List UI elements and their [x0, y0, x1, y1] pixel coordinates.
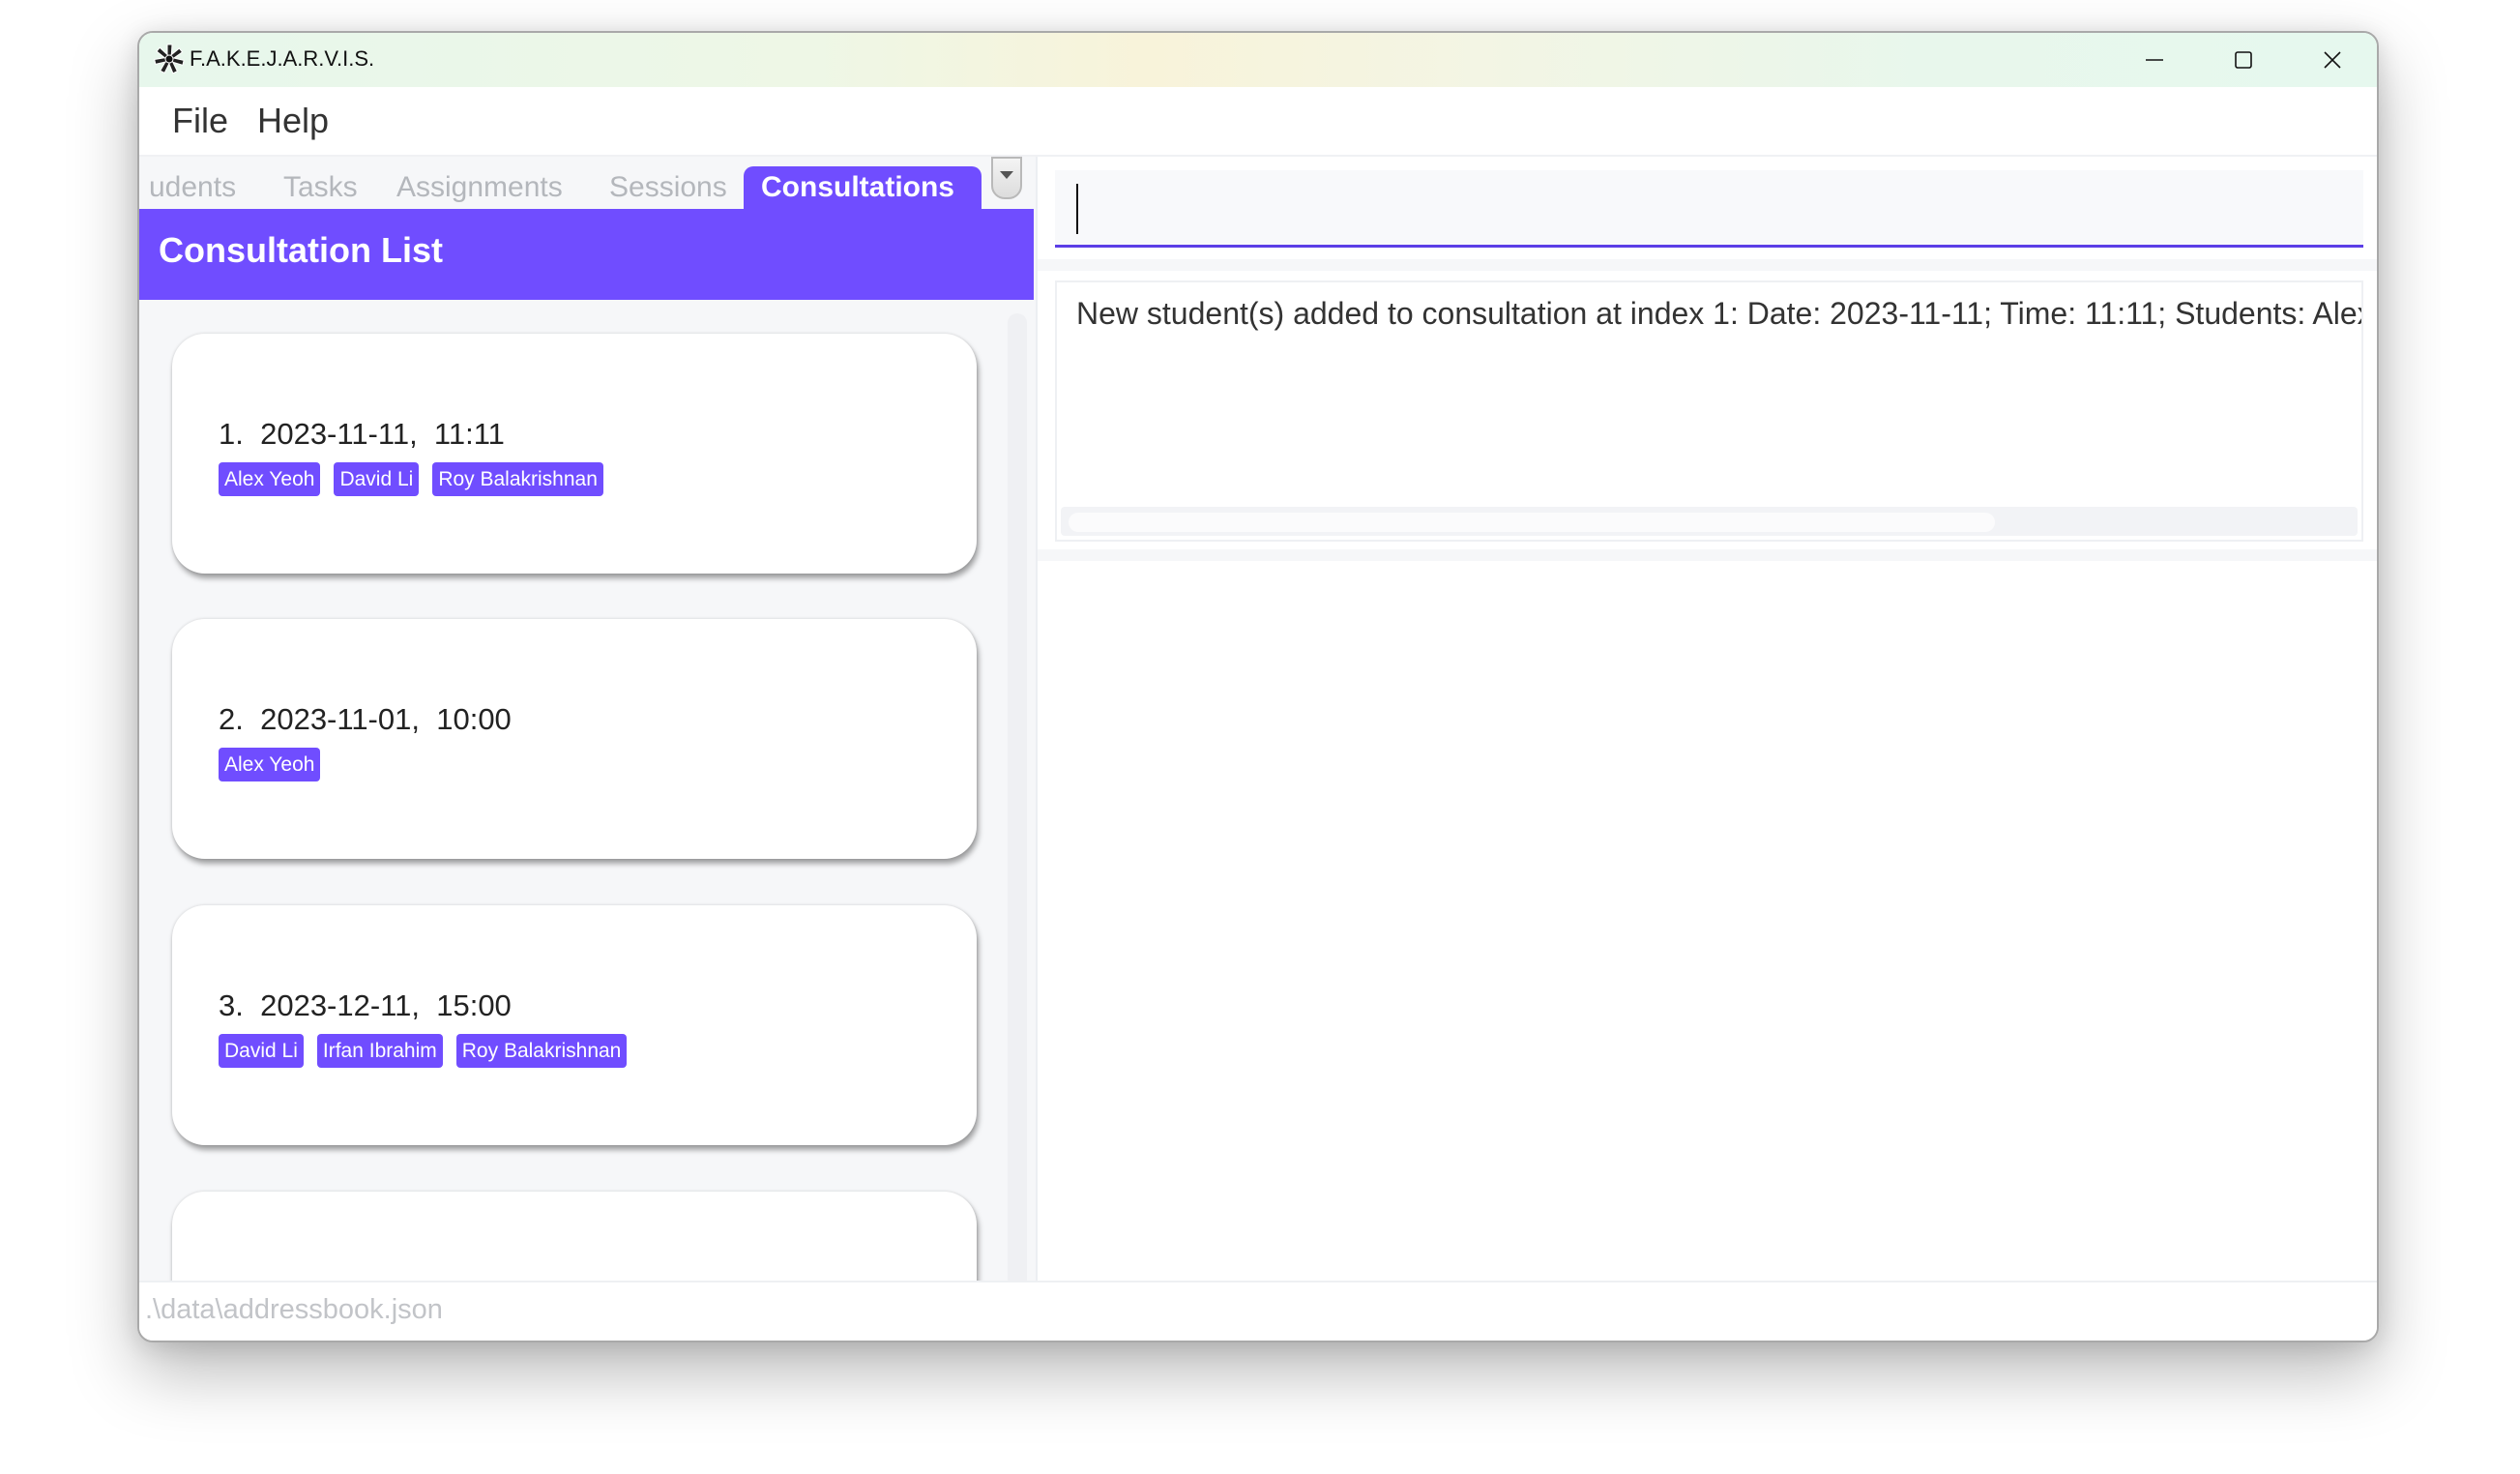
text-caret: [1076, 184, 1078, 234]
consultation-time: 11:11: [433, 417, 505, 451]
tab-tasks[interactable]: Tasks: [283, 166, 358, 209]
consultation-date: 2023-12-11,: [260, 988, 420, 1022]
minimize-icon: [2146, 59, 2163, 61]
list-scrollbar[interactable]: [1008, 313, 1027, 1282]
close-icon: [2324, 51, 2341, 69]
consultation-time: 10:00: [436, 702, 512, 736]
student-tag: Roy Balakrishnan: [455, 1034, 628, 1068]
right-blank-area: [1038, 561, 2377, 1282]
status-bar: .\data\addressbook.json: [139, 1281, 2377, 1341]
student-tag: David Li: [219, 1034, 304, 1068]
maximize-button[interactable]: [2199, 33, 2288, 87]
right-panel: New student(s) added to consultation at …: [1036, 157, 2377, 1282]
consultation-date: 2023-11-11,: [260, 417, 418, 451]
asterisk-logo-icon: [153, 43, 186, 75]
main-area: udents Tasks Assignments Sessions Consul…: [139, 157, 2377, 1282]
tab-sessions[interactable]: Sessions: [609, 166, 727, 209]
consultation-card[interactable]: 4. 2023-10-30, 12:30: [172, 1192, 977, 1282]
student-tag: Irfan Ibrahim: [316, 1034, 443, 1068]
consultation-card[interactable]: 2. 2023-11-01, 10:00 Alex Yeoh: [172, 619, 977, 859]
consultation-index: 3.: [219, 988, 244, 1022]
menu-help[interactable]: Help: [257, 101, 329, 141]
tab-consultations[interactable]: Consultations: [744, 166, 982, 209]
maximize-icon: [2235, 51, 2252, 69]
consultation-index: 2.: [219, 702, 244, 736]
left-panel: udents Tasks Assignments Sessions Consul…: [139, 157, 1034, 1282]
list-header: Consultation List: [139, 209, 1034, 300]
student-tag: Roy Balakrishnan: [432, 462, 603, 496]
menu-file[interactable]: File: [172, 101, 228, 141]
close-button[interactable]: [2288, 33, 2377, 87]
command-input[interactable]: [1055, 170, 2363, 248]
app-window: F.A.K.E.J.A.R.V.I.S. File Help udents Ta…: [137, 31, 2379, 1342]
result-scroll-thumb[interactable]: [1069, 513, 1995, 532]
consultation-time: 15:00: [436, 988, 512, 1022]
data-file-path: .\data\addressbook.json: [145, 1294, 443, 1325]
student-tag: Alex Yeoh: [219, 748, 321, 781]
menu-bar: File Help: [139, 87, 2377, 157]
student-tags: David Li Irfan Ibrahim Roy Balakrishnan: [219, 1034, 628, 1068]
tab-assignments[interactable]: Assignments: [396, 166, 563, 209]
consultation-card[interactable]: 3. 2023-12-11, 15:00 David Li Irfan Ibra…: [172, 905, 977, 1145]
student-tags: Alex Yeoh David Li Roy Balakrishnan: [219, 462, 603, 496]
result-horizontal-scrollbar[interactable]: [1061, 507, 2358, 536]
command-area: [1038, 157, 2377, 259]
consultation-heading: 3. 2023-12-11, 15:00: [219, 988, 512, 1023]
student-tag: Alex Yeoh: [219, 462, 321, 496]
student-tag: David Li: [334, 462, 420, 496]
tab-overflow-dropdown[interactable]: [991, 157, 1022, 199]
consultation-index: 1.: [219, 417, 244, 451]
result-message: New student(s) added to consultation at …: [1076, 296, 2363, 331]
list-title: Consultation List: [159, 230, 443, 270]
consultation-card[interactable]: 1. 2023-11-11, 11:11 Alex Yeoh David Li …: [172, 334, 977, 574]
result-area: New student(s) added to consultation at …: [1038, 271, 2377, 549]
student-tags: Alex Yeoh: [219, 748, 321, 781]
consultation-list[interactable]: 1. 2023-11-11, 11:11 Alex Yeoh David Li …: [139, 300, 1034, 1282]
minimize-button[interactable]: [2110, 33, 2199, 87]
consultation-date: 2023-11-01,: [260, 702, 420, 736]
window-title: F.A.K.E.J.A.R.V.I.S.: [190, 46, 375, 71]
tab-students[interactable]: udents: [149, 166, 236, 209]
result-display[interactable]: New student(s) added to consultation at …: [1055, 280, 2363, 542]
consultation-heading: 2. 2023-11-01, 10:00: [219, 702, 512, 737]
title-bar[interactable]: F.A.K.E.J.A.R.V.I.S.: [139, 33, 2377, 87]
consultation-heading: 1. 2023-11-11, 11:11: [219, 417, 505, 452]
